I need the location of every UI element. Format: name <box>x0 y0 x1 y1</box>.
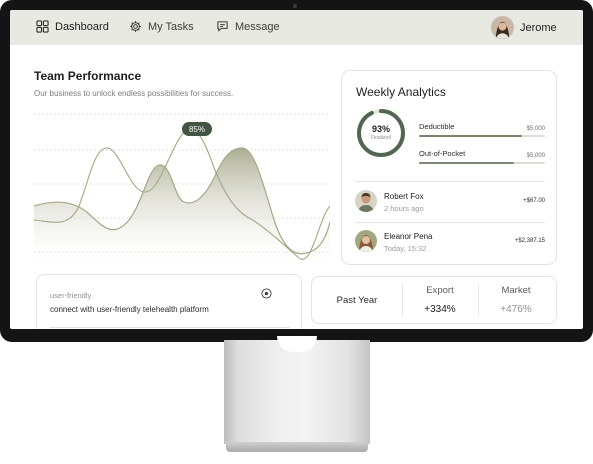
person-amount: +$2,387.15 <box>514 238 545 244</box>
person-time: 2 hours ago <box>384 204 424 213</box>
person-name: Eleanor Pena <box>384 232 433 241</box>
monitor-stand-base <box>226 442 368 452</box>
avatar <box>355 190 377 212</box>
close-icon[interactable] <box>261 288 272 299</box>
note-text: connect with user-friendly telehealth pl… <box>50 305 209 314</box>
nav-item-my-tasks[interactable]: My Tasks <box>129 20 194 33</box>
chart-peak-badge: 85% <box>182 122 212 136</box>
deductible-fill <box>419 135 523 137</box>
camera-dot <box>293 4 297 8</box>
deductible-track <box>419 135 545 137</box>
stats-card: Past Year Export +334% Market +476% <box>311 276 557 324</box>
list-item-eleanor-pena[interactable]: Eleanor Pena Today, 15:32 +$2,387.15 <box>355 230 545 256</box>
user-name: Jerome <box>520 21 557 34</box>
stat-market: Market +476% <box>478 277 554 323</box>
team-performance-subtitle: Our business to unlock endless possibili… <box>34 89 234 98</box>
top-navigation: Dashboard My Tasks Message Jerome <box>10 10 583 45</box>
chat-icon <box>217 21 228 32</box>
weekly-analytics-title: Weekly Analytics <box>356 85 446 99</box>
stat-label: Market <box>501 285 531 296</box>
stat-export: Export +334% <box>402 277 478 323</box>
nav-item-dashboard[interactable]: Dashboard <box>36 20 109 33</box>
divider <box>355 222 545 223</box>
nav-item-message[interactable]: Message <box>216 20 280 33</box>
stat-label: Export <box>426 285 454 296</box>
weekly-analytics-card: Weekly Analytics 93% Finalized Deductibl… <box>341 70 557 265</box>
user-menu[interactable]: Jerome <box>491 16 557 39</box>
person-amount: +$67.00 <box>523 198 545 204</box>
deductible-value: $5,000 <box>526 126 545 132</box>
nav-label-dashboard: Dashboard <box>55 20 109 33</box>
list-item-robert-fox[interactable]: Robert Fox 2 hours ago +$67.00 <box>355 190 545 216</box>
out-of-pocket-fill <box>419 162 514 164</box>
note-label: user-friendly <box>50 291 92 300</box>
monitor-frame: Dashboard My Tasks Message Jerome Team P… <box>0 0 593 342</box>
monitor-stand-neck <box>224 340 370 444</box>
grid-icon <box>36 20 49 33</box>
gear-icon <box>130 21 141 32</box>
stat-value: +476% <box>500 304 532 315</box>
donut-label: Finalized <box>370 135 391 141</box>
out-of-pocket-value: $5,000 <box>526 153 545 159</box>
divider <box>355 181 545 182</box>
person-name: Robert Fox <box>384 192 424 201</box>
performance-area-chart <box>34 113 330 262</box>
stat-value: +334% <box>424 304 456 315</box>
donut-percent: 93% <box>371 124 390 134</box>
person-time: Today, 15:32 <box>384 244 427 253</box>
divider <box>50 327 290 328</box>
user-avatar <box>491 16 514 39</box>
avatar <box>355 230 377 252</box>
screen: Dashboard My Tasks Message Jerome Team P… <box>10 10 583 329</box>
nav-label-my-tasks: My Tasks <box>148 20 194 33</box>
out-of-pocket-label: Out-of-Pocket <box>419 149 466 158</box>
deductible-label: Deductible <box>419 122 455 131</box>
team-performance-title: Team Performance <box>34 69 142 83</box>
note-card: user-friendly connect with user-friendly… <box>36 274 302 329</box>
nav-label-message: Message <box>235 20 280 33</box>
out-of-pocket-track <box>419 162 545 164</box>
period-selector[interactable]: Past Year <box>312 277 402 323</box>
